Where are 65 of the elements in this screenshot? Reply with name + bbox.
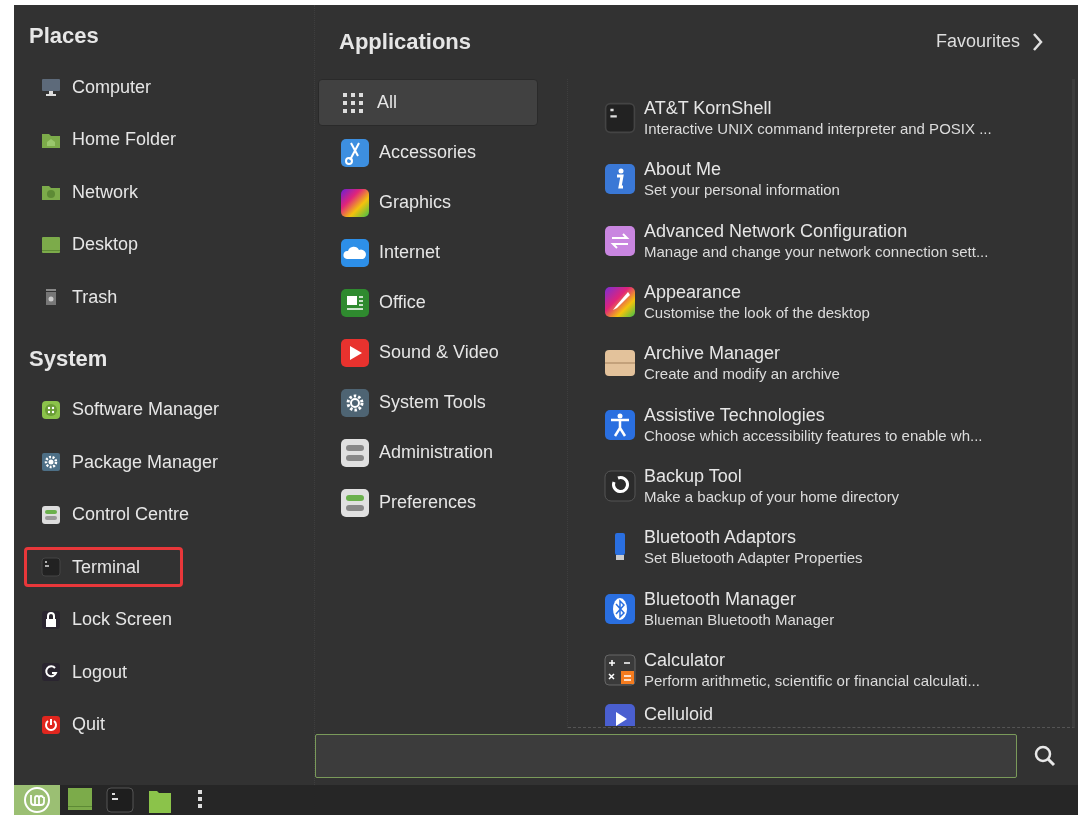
terminal-icon [41,557,61,577]
app-item[interactable]: Backup Tool Make a backup of your home directory [604,455,1072,517]
menu-item[interactable]: Home Folder [24,119,192,160]
category-item[interactable]: Internet [318,229,538,277]
menu-item[interactable]: Computer [24,67,183,107]
chevron-right-icon [1032,31,1044,52]
toggle-icon [340,437,370,468]
menu-item[interactable]: Package Manager [24,442,234,482]
calculator-icon [604,654,636,687]
cloud-icon [340,237,370,268]
gear-icon [41,452,61,472]
menu-item[interactable]: Quit [24,704,183,745]
accessibility-icon [604,408,636,441]
scissors-icon [340,137,370,168]
category-item[interactable]: Preferences [318,479,538,527]
terminal-icon [604,101,636,134]
desktop-icon [41,234,61,255]
app-item[interactable]: Archive Manager Create and modify an archive [604,332,1072,394]
category-item[interactable]: Sound & Video [318,329,538,377]
arrows-icon [604,224,636,257]
menu-item[interactable]: Lock Screen [24,599,188,640]
logout-icon [41,662,61,682]
app-item[interactable]: Advanced Network Configuration Manage and change your network connection sett... [604,209,1072,272]
play-icon [340,337,370,368]
bluetooth-icon [604,592,636,625]
app-item[interactable]: Calculator Perform arithmetic, scientific or financial calculati... [604,639,1072,701]
toggle-icon [340,487,370,518]
menu-item[interactable]: Desktop [24,224,183,265]
gear-icon [340,387,370,418]
category-item[interactable]: Administration [318,429,538,477]
grid-icon [342,91,364,114]
section-heading: Places [28,22,99,50]
paintbrush-icon [604,285,636,318]
section-heading: Applications [339,28,471,55]
menu-item[interactable]: Logout [24,652,183,692]
app-item[interactable]: Appearance Customise the look of the desktop [604,271,1072,333]
color-icon [340,187,370,218]
app-item[interactable]: Celluloid [604,702,1072,727]
category-item[interactable]: System Tools [318,379,538,427]
document-icon [340,287,370,318]
play-icon [604,702,636,726]
lock-icon [41,609,61,630]
section-heading: System [28,344,108,373]
app-item[interactable]: Bluetooth Adaptors Set Bluetooth Adapter Properties [604,516,1072,579]
menu-item[interactable]: Software Manager [24,389,235,430]
category-item[interactable]: All [318,79,538,127]
category-item[interactable]: Office [318,279,538,327]
search-icon[interactable] [1034,745,1056,768]
monitor-icon [41,77,61,97]
app-icon [41,399,61,420]
app-item[interactable]: Bluetooth Manager Blueman Bluetooth Manager [604,578,1072,640]
menu-item[interactable]: Terminal [24,547,183,587]
search-field[interactable] [315,734,1017,779]
menu-item[interactable]: Network [24,172,183,212]
category-item[interactable]: Accessories [318,129,538,177]
favourites-button[interactable]: Favourites [931,27,1048,56]
menu-item[interactable]: Trash [24,277,183,317]
category-item[interactable]: Graphics [318,179,538,227]
app-item[interactable]: About Me Set your personal information [604,148,1072,210]
app-item[interactable]: Assistive Technologies Choose which accessibility features to enable wh... [604,394,1072,456]
power-icon [41,714,61,735]
menu-item[interactable]: Control Centre [24,494,205,535]
toggle-icon [41,504,61,525]
app-item[interactable]: AT&T KornShell Interactive UNIX command interpreter and POSIX ... [604,87,1072,149]
info-icon [604,163,636,196]
